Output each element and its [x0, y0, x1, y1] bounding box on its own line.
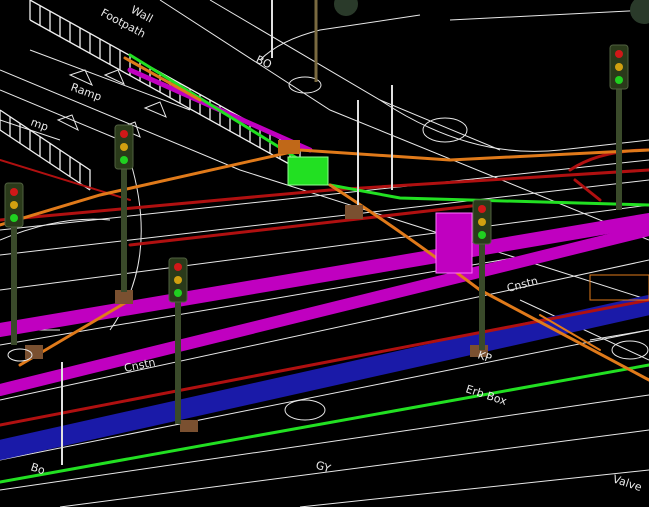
signal-pole: [121, 165, 127, 292]
signal-lamp-green: [10, 214, 18, 222]
signal-pole: [11, 223, 17, 345]
signal-lamp-red: [478, 205, 486, 213]
signal-lamp-red: [120, 130, 128, 138]
signal-lamp-green: [478, 231, 486, 239]
signal-lamp-amber: [10, 201, 18, 209]
signal-lamp-red: [174, 263, 182, 271]
cad-3d-viewport[interactable]: Footpath Wall Ramp mp BO Cnstn Cnstn Erb…: [0, 0, 649, 507]
orange-chamber-1: [278, 140, 300, 154]
magenta-cabinet: [435, 212, 473, 274]
signal-lamp-amber: [120, 143, 128, 151]
orange-chamber-2: [345, 205, 363, 219]
signal-lamp-amber: [174, 276, 182, 284]
signal-lamp-amber: [615, 63, 623, 71]
signal-lamp-red: [615, 50, 623, 58]
signal-pole: [616, 85, 622, 210]
signal-lamp-red: [10, 188, 18, 196]
green-cabinet: [287, 156, 329, 186]
signal-lamp-amber: [478, 218, 486, 226]
signal-pole: [479, 240, 485, 350]
orange-chamber-4: [25, 345, 43, 359]
orange-chamber-3: [115, 290, 133, 304]
signal-pole: [175, 298, 181, 424]
signal-lamp-green: [120, 156, 128, 164]
orange-chamber-5: [180, 420, 198, 432]
signal-lamp-green: [174, 289, 182, 297]
signal-lamp-green: [615, 76, 623, 84]
